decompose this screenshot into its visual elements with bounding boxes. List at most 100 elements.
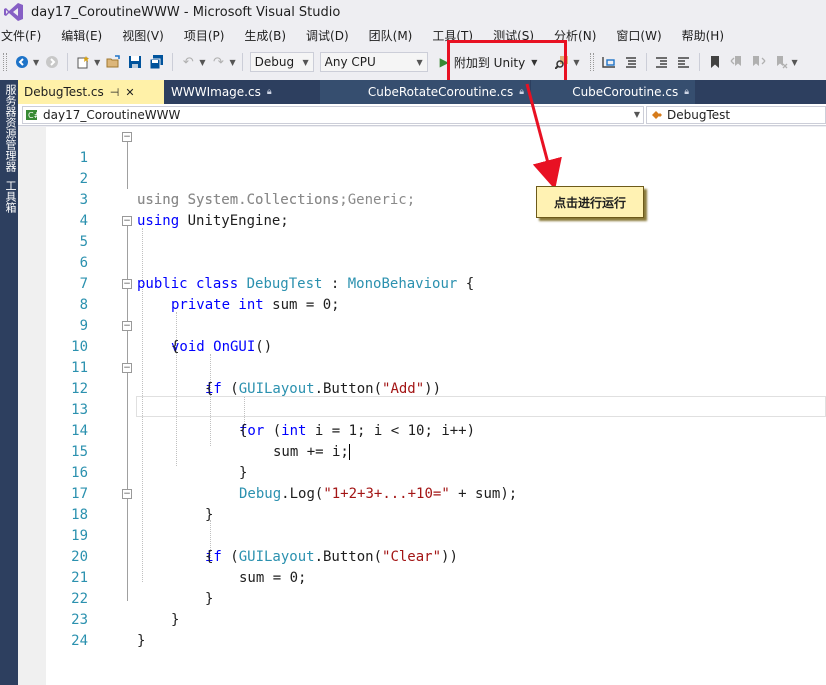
class-icon: [652, 110, 662, 119]
solution-platform-select[interactable]: Any CPU ▼: [319, 52, 428, 72]
collapse-icon[interactable]: −: [122, 489, 132, 499]
project-navigation-select[interactable]: C# day17_CoroutineWWW ▼: [22, 105, 644, 124]
title-bar: day17_CoroutineWWW - Microsoft Visual St…: [0, 0, 826, 24]
tab-label: CubeRotateCoroutine.cs: [367, 85, 514, 99]
previous-bookmark-icon[interactable]: [727, 52, 747, 72]
chevron-down-icon[interactable]: ▼: [229, 58, 235, 67]
chevron-down-icon[interactable]: ▼: [199, 58, 205, 67]
menu-view[interactable]: 视图(V): [119, 27, 171, 44]
document-tab-row: DebugTest.cs ⊣ ✕ WWWImage.cs 🔒︎ CubeRota…: [18, 80, 826, 104]
collapse-icon[interactable]: −: [122, 279, 132, 289]
code-line: 12 − for (int i = 1; i < 10; i++): [18, 358, 826, 439]
menu-file[interactable]: 文件(F): [0, 27, 48, 44]
chevron-down-icon[interactable]: ▼: [33, 58, 39, 67]
toolbar-grip[interactable]: [3, 53, 7, 71]
navigate-forward-icon[interactable]: [42, 52, 62, 72]
window-title: day17_CoroutineWWW - Microsoft Visual St…: [31, 4, 341, 20]
outdent-icon[interactable]: [652, 52, 672, 72]
solution-navigator-icon[interactable]: [599, 52, 619, 72]
code-line: 7 private int sum = 0;: [18, 253, 826, 313]
pin-icon[interactable]: ⊣: [110, 86, 120, 99]
menu-bar: 文件(F) 编辑(E) 视图(V) 项目(P) 生成(B) 调试(D) 团队(M…: [0, 24, 826, 46]
class-name: DebugTest: [667, 107, 731, 122]
navigation-bar: C# day17_CoroutineWWW ▼ DebugTest: [18, 104, 826, 126]
navigate-back-icon[interactable]: [12, 52, 32, 72]
tab-cuberotatecoroutine-cs[interactable]: CubeRotateCoroutine.cs 🔒︎: [320, 80, 530, 104]
code-line: 14 sum += i;: [18, 400, 826, 460]
platform-value: Any CPU: [324, 55, 376, 69]
next-bookmark-icon[interactable]: [749, 52, 769, 72]
toolbox-tab[interactable]: 工具箱: [0, 176, 20, 217]
save-all-icon[interactable]: [147, 52, 167, 72]
menu-edit[interactable]: 编辑(E): [58, 27, 109, 44]
clear-bookmarks-icon[interactable]: [771, 52, 791, 72]
csharp-project-icon: C#: [26, 109, 40, 120]
code-line: 20 sum = 0;: [18, 526, 826, 586]
indent-icon[interactable]: [674, 52, 694, 72]
format-document-icon[interactable]: [621, 52, 641, 72]
code-line: 11 {: [18, 337, 826, 397]
toolbar-grip[interactable]: [589, 53, 594, 71]
project-name: day17_CoroutineWWW: [43, 107, 181, 122]
code-line: 24: [18, 610, 826, 649]
new-project-icon[interactable]: [73, 52, 93, 72]
chevron-down-icon[interactable]: ▼: [792, 58, 798, 67]
toolbar-separator: [67, 53, 69, 71]
redo-icon[interactable]: ↷: [208, 52, 228, 72]
undo-icon[interactable]: ↶: [178, 52, 198, 72]
menu-window[interactable]: 窗口(W): [613, 27, 668, 44]
annotation-text: 点击进行运行: [553, 195, 626, 210]
menu-debug[interactable]: 调试(D): [303, 27, 356, 44]
code-line: 10 − if (GUILayout.Button("Add")): [18, 316, 826, 397]
code-line: 16 Debug.Log("1+2+3+...+10=" + sum);: [18, 442, 826, 502]
close-icon[interactable]: ✕: [125, 86, 134, 99]
code-line: 17 }: [18, 463, 826, 523]
code-line: 15 }: [18, 421, 826, 481]
code-line: 6: [18, 232, 826, 271]
open-file-icon[interactable]: [103, 52, 123, 72]
menu-team[interactable]: 团队(M): [366, 27, 420, 44]
menu-project[interactable]: 项目(P): [181, 27, 232, 44]
tab-wwwimage-cs[interactable]: WWWImage.cs 🔒︎: [165, 80, 319, 104]
tab-cubecoroutine-cs[interactable]: CubeCoroutine.cs 🔒︎: [531, 80, 695, 104]
chevron-down-icon: ▼: [416, 57, 423, 67]
collapse-icon[interactable]: −: [122, 216, 132, 226]
collapse-icon[interactable]: −: [122, 132, 132, 142]
code-line: 19 {: [18, 505, 826, 565]
annotation-callout: 点击进行运行: [536, 186, 644, 218]
code-line: 22 }: [18, 568, 826, 628]
code-line: 5 − public class DebugTest : MonoBehavio…: [18, 211, 826, 292]
toolbar-separator: [241, 53, 243, 71]
solution-configuration-select[interactable]: Debug ▼: [249, 52, 314, 72]
highlight-box: [447, 40, 567, 84]
lock-icon: 🔒︎: [519, 87, 524, 97]
menu-build[interactable]: 生成(B): [241, 27, 293, 44]
code-line: 2 using System.Collections.Generic;: [18, 148, 826, 208]
code-line: 23 }: [18, 589, 826, 649]
code-line: 21 }: [18, 547, 826, 607]
lock-icon: 🔒︎: [266, 87, 272, 97]
tab-debugtest-cs[interactable]: DebugTest.cs ⊣ ✕: [18, 80, 164, 104]
chevron-down-icon[interactable]: ▼: [573, 58, 579, 67]
code-editor[interactable]: 1 − using System.Collections; 2 using Sy…: [18, 127, 826, 685]
bookmark-icon[interactable]: [705, 52, 725, 72]
collapse-icon[interactable]: −: [122, 321, 132, 331]
toolbar-separator: [698, 53, 700, 71]
toolbar-separator: [645, 53, 647, 71]
side-tool-strip: 服务器资源管理器 工具箱: [0, 80, 18, 685]
collapse-icon[interactable]: −: [122, 363, 132, 373]
save-icon[interactable]: [125, 52, 145, 72]
chevron-down-icon: ▼: [302, 57, 309, 67]
chevron-down-icon[interactable]: ▼: [94, 58, 100, 67]
type-navigation-select[interactable]: DebugTest: [646, 105, 826, 124]
line-number: 24: [71, 633, 88, 649]
server-explorer-tab[interactable]: 服务器资源管理器: [0, 80, 20, 176]
code-line: 8 − void OnGUI(): [18, 274, 826, 355]
svg-text:C#: C#: [28, 111, 40, 120]
visual-studio-logo-icon: [4, 3, 23, 21]
code-text: }: [137, 633, 146, 649]
tab-label: CubeCoroutine.cs: [572, 85, 679, 99]
lock-icon: 🔒︎: [684, 87, 689, 97]
configuration-value: Debug: [254, 55, 295, 69]
menu-help[interactable]: 帮助(H): [679, 27, 731, 44]
